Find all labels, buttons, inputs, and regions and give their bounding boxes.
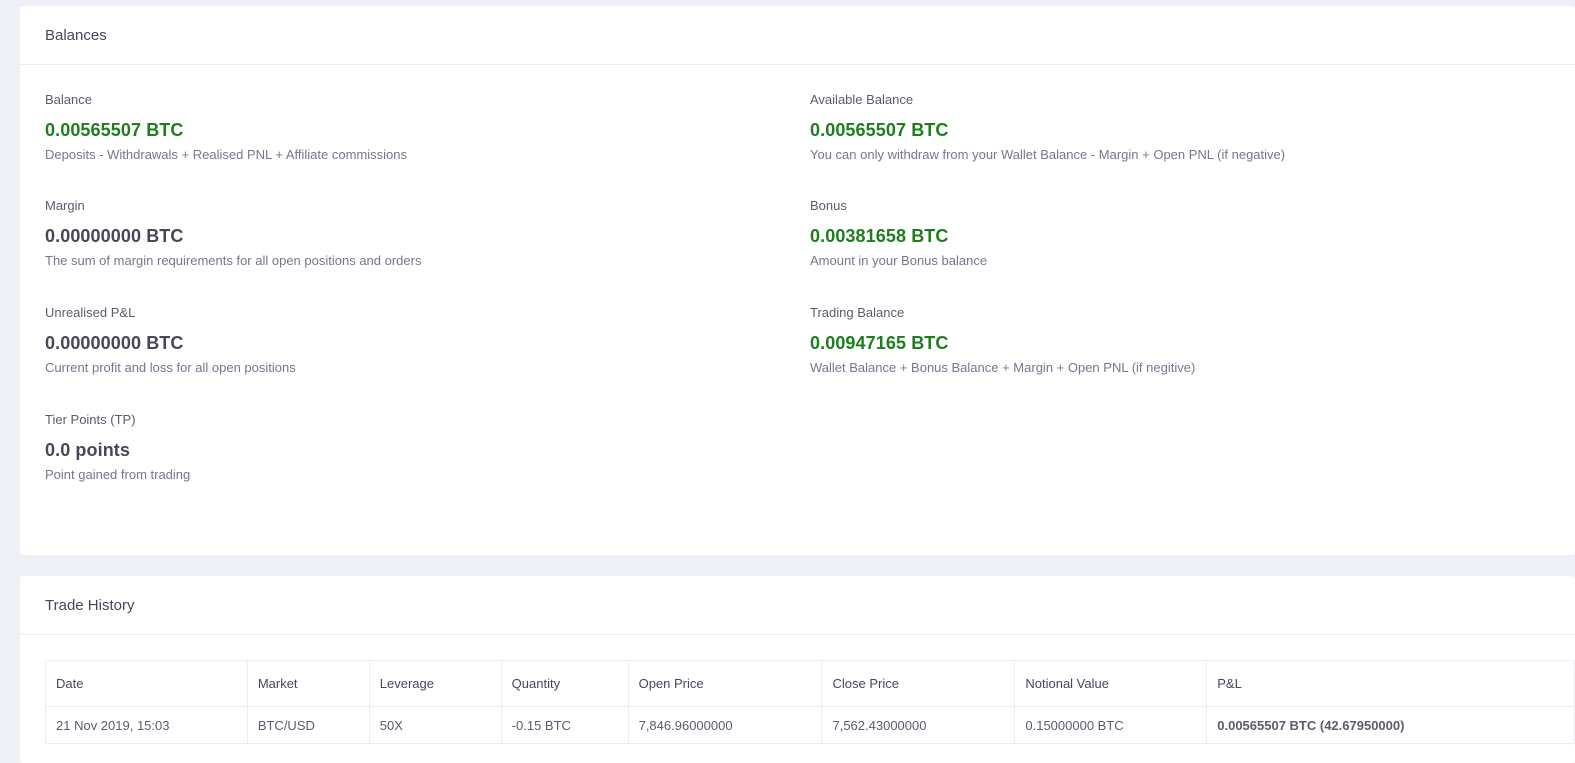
- trade-history-title: Trade History: [20, 576, 1575, 635]
- column-header-quantity[interactable]: Quantity: [500, 660, 629, 707]
- balances-card: Balances Balance 0.00565507 BTC Deposits…: [20, 6, 1575, 555]
- bonus-label: Bonus: [810, 198, 847, 213]
- cell-market: BTC/USD: [246, 706, 370, 744]
- cell-pnl: 0.00565507 BTC (42.67950000): [1206, 706, 1575, 744]
- column-header-notional-value[interactable]: Notional Value: [1014, 660, 1208, 707]
- column-header-leverage[interactable]: Leverage: [368, 660, 502, 707]
- margin-label: Margin: [45, 198, 85, 213]
- column-header-market[interactable]: Market: [246, 660, 370, 707]
- balance-item: Balance 0.00565507 BTC Deposits - Withdr…: [45, 92, 407, 163]
- trading-balance-value: 0.00947165 BTC: [810, 333, 949, 353]
- available-balance-description: You can only withdraw from your Wallet B…: [810, 147, 1286, 162]
- cell-quantity: -0.15 BTC: [500, 706, 629, 744]
- column-header-open-price[interactable]: Open Price: [627, 660, 823, 707]
- tier-points-label: Tier Points (TP): [45, 412, 136, 427]
- balance-description: Deposits - Withdrawals + Realised PNL + …: [45, 147, 407, 162]
- trading-balance-label: Trading Balance: [810, 305, 905, 320]
- cell-leverage: 50X: [368, 706, 502, 744]
- cell-notional-value: 0.15000000 BTC: [1014, 706, 1208, 744]
- balance-label: Balance: [45, 92, 92, 107]
- margin-description: The sum of margin requirements for all o…: [45, 253, 422, 268]
- tier-points-item: Tier Points (TP) 0.0 points Point gained…: [45, 412, 190, 483]
- bonus-item: Bonus 0.00381658 BTC Amount in your Bonu…: [810, 198, 987, 269]
- table-row: 21 Nov 2019, 15:03 BTC/USD 50X -0.15 BTC…: [45, 706, 1575, 744]
- column-header-close-price[interactable]: Close Price: [821, 660, 1016, 707]
- tier-points-description: Point gained from trading: [45, 467, 191, 482]
- unrealised-pnl-description: Current profit and loss for all open pos…: [45, 360, 296, 375]
- available-balance-label: Available Balance: [810, 92, 914, 107]
- trading-balance-item: Trading Balance 0.00947165 BTC Wallet Ba…: [810, 305, 1195, 376]
- balances-title: Balances: [20, 6, 1575, 65]
- trade-history-table: Date Market Leverage Quantity Open Price…: [45, 660, 1575, 744]
- column-header-date[interactable]: Date: [45, 660, 248, 707]
- bonus-description: Amount in your Bonus balance: [810, 253, 988, 268]
- table-header-row: Date Market Leverage Quantity Open Price…: [45, 660, 1575, 707]
- tier-points-value: 0.0 points: [45, 440, 131, 460]
- column-header-pnl[interactable]: P&L: [1206, 660, 1575, 707]
- available-balance-value: 0.00565507 BTC: [810, 120, 949, 140]
- balance-value: 0.00565507 BTC: [45, 120, 184, 140]
- unrealised-pnl-label: Unrealised P&L: [45, 305, 136, 320]
- trading-balance-description: Wallet Balance + Bonus Balance + Margin …: [810, 360, 1196, 375]
- margin-item: Margin 0.00000000 BTC The sum of margin …: [45, 198, 421, 269]
- unrealised-pnl-item: Unrealised P&L 0.00000000 BTC Current pr…: [45, 305, 296, 376]
- unrealised-pnl-value: 0.00000000 BTC: [45, 333, 184, 353]
- bonus-value: 0.00381658 BTC: [810, 226, 949, 246]
- cell-open-price: 7,846.96000000: [627, 706, 823, 744]
- trade-history-card: Trade History Date Market Leverage Quant…: [20, 576, 1575, 763]
- available-balance-item: Available Balance 0.00565507 BTC You can…: [810, 92, 1285, 163]
- margin-value: 0.00000000 BTC: [45, 226, 184, 246]
- cell-date: 21 Nov 2019, 15:03: [45, 706, 248, 744]
- cell-close-price: 7,562.43000000: [821, 706, 1016, 744]
